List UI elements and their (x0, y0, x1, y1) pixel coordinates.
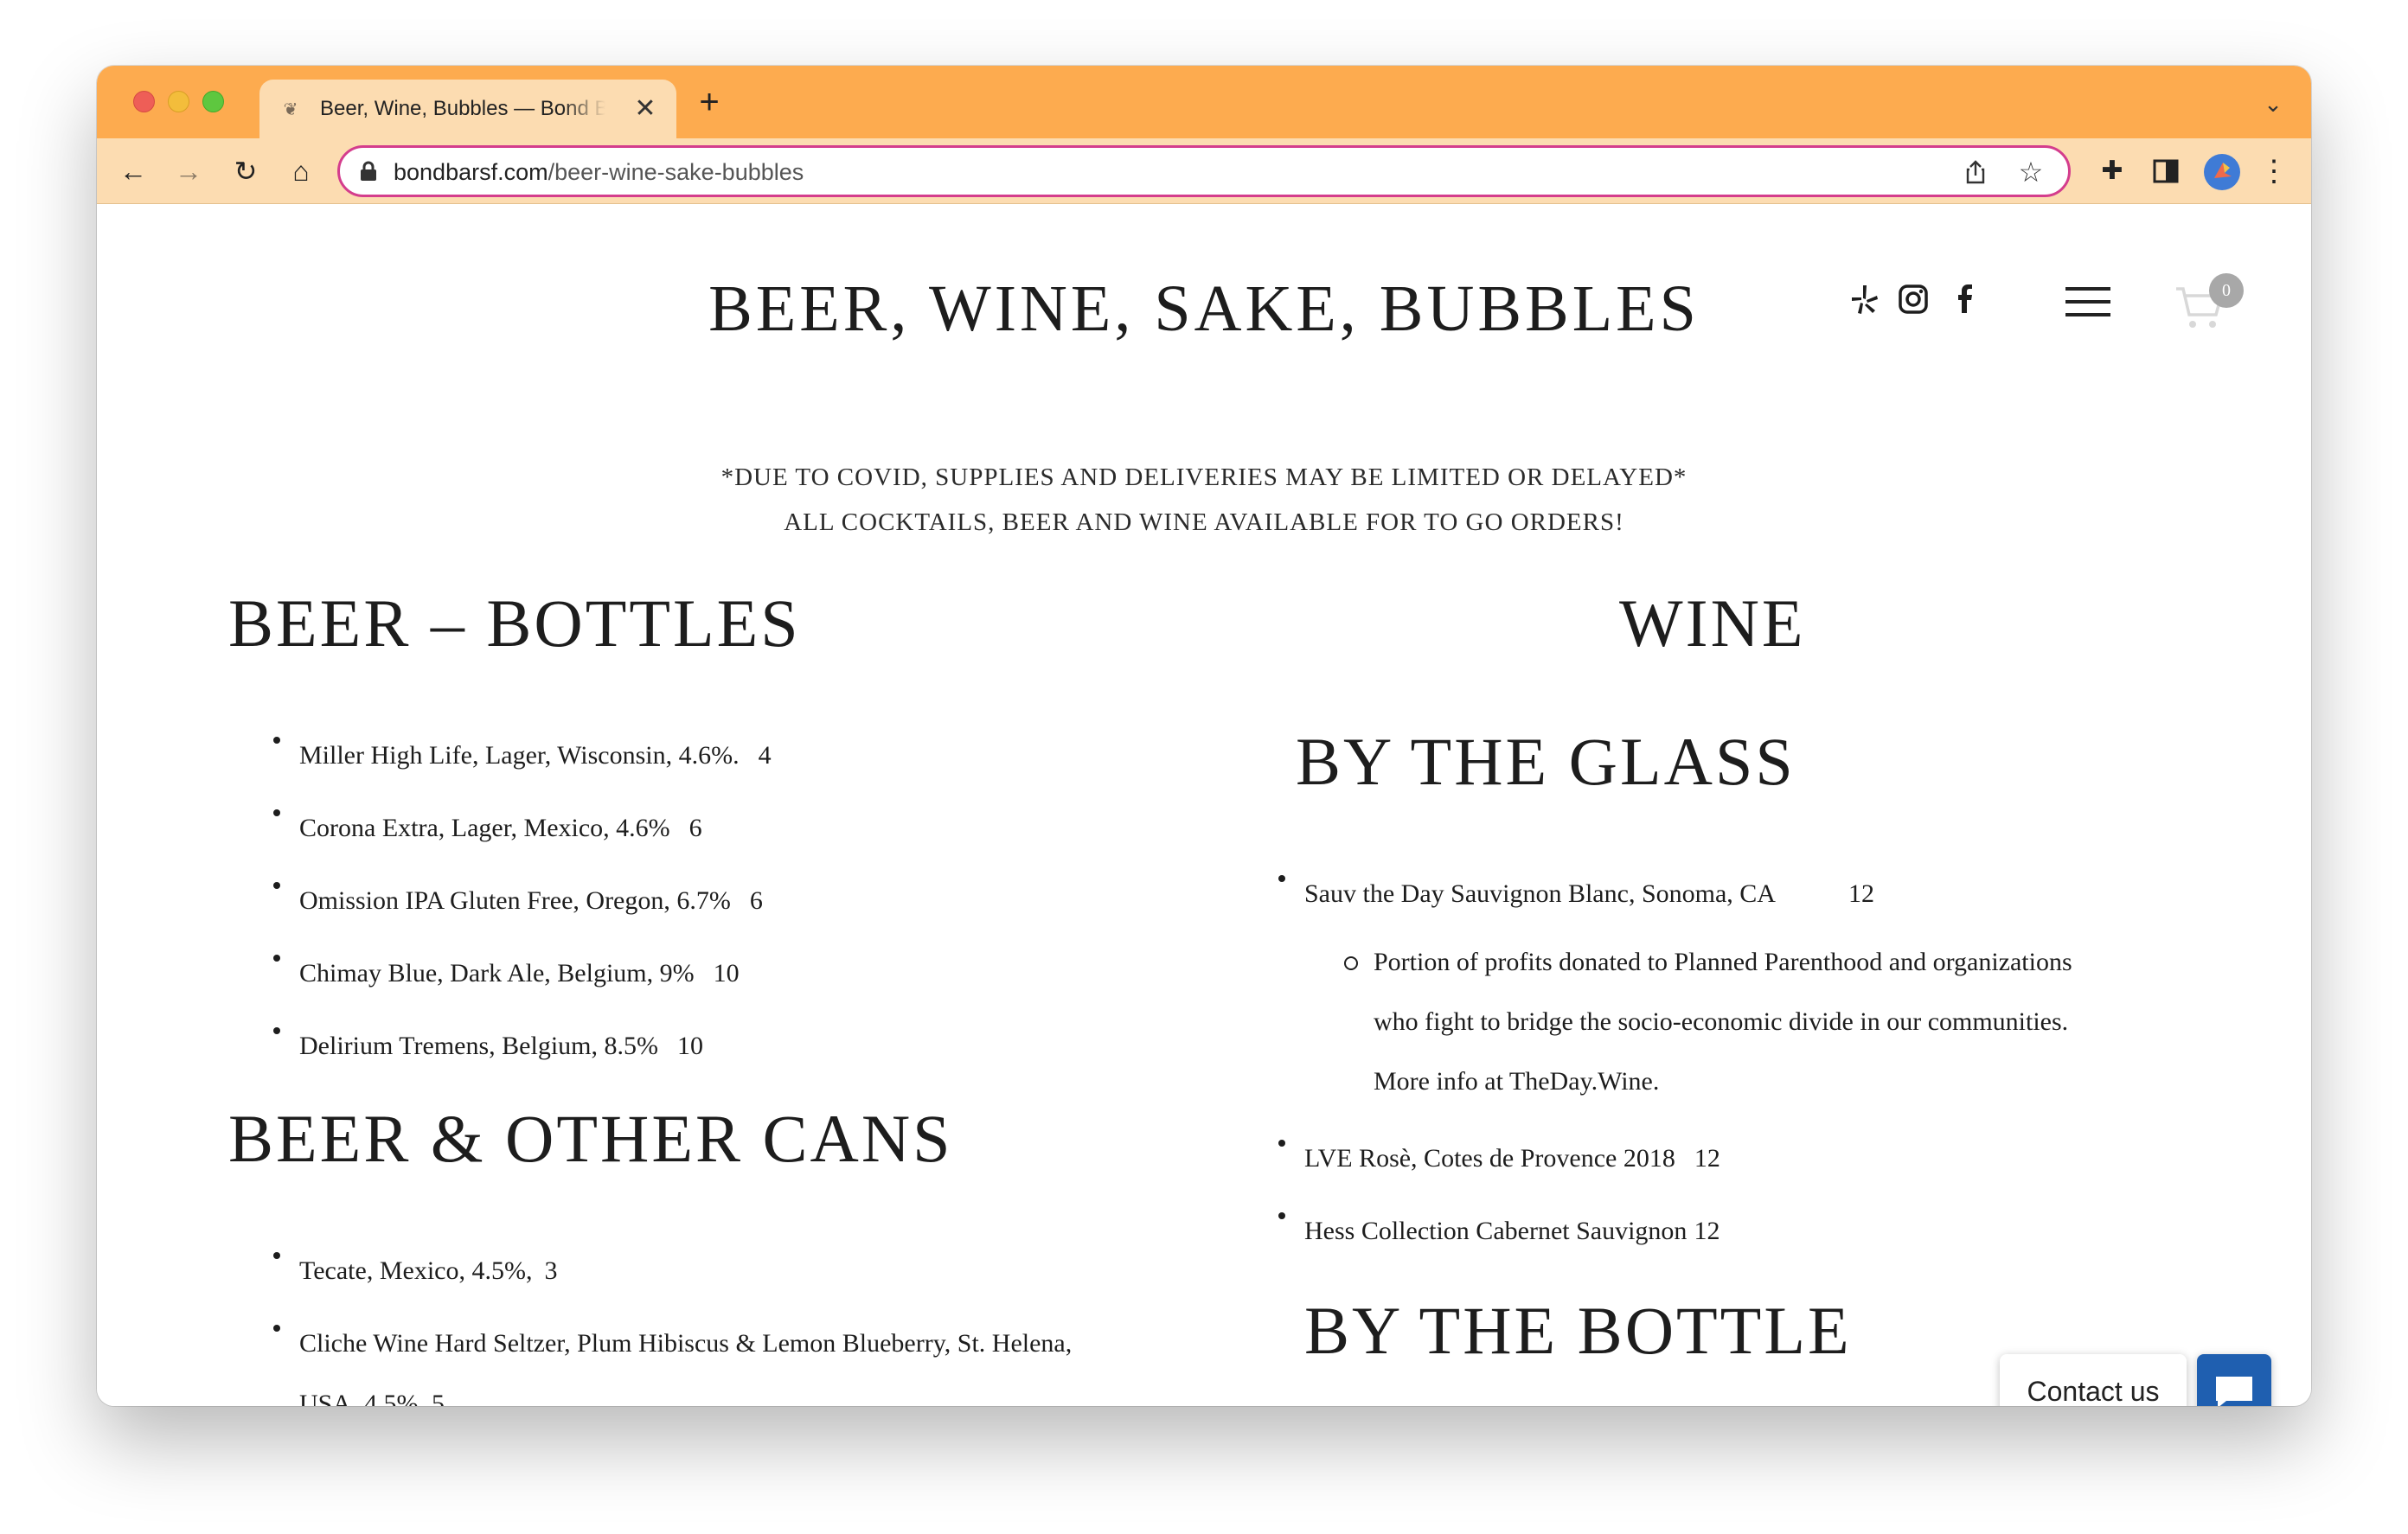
extensions-puzzle-icon[interactable]: ✚ (2097, 156, 2128, 187)
item-name: Cliche Wine Hard Seltzer, Plum Hibiscus … (299, 1329, 1073, 1358)
maximize-window-button[interactable] (202, 91, 224, 112)
list-item: LVE Rosè, Cotes de Provence 2018 12 (1278, 1122, 1720, 1195)
covid-notice: *DUE TO COVID, SUPPLIES AND DELIVERIES M… (720, 463, 1688, 491)
item-name: Omission IPA Gluten Free, Oregon, 6.7% (299, 886, 731, 915)
sub-list-item: Portion of profits donated to Planned Pa… (1344, 932, 2072, 1111)
cart-count-badge[interactable]: 0 (2209, 273, 2244, 308)
forward-button[interactable]: → (170, 152, 208, 190)
item-name: LVE Rosè, Cotes de Provence 2018 (1304, 1144, 1675, 1173)
item-price: 6 (749, 886, 763, 915)
item-price: 12 (1848, 879, 1874, 908)
browser-titlebar: ❦ Beer, Wine, Bubbles — Bond Bar ✕ + ⌄ (97, 66, 2311, 138)
list-item: Omission IPA Gluten Free, Oregon, 6.7% 6 (273, 865, 772, 937)
tab-search-chevron-icon[interactable]: ⌄ (2258, 88, 2289, 119)
wine-heading: WINE (1619, 585, 1806, 661)
web-page: BEER, WINE, SAKE, BUBBLES 0 *DUE TO COVI… (97, 204, 2311, 1406)
wine-by-glass-list-cont: LVE Rosè, Cotes de Provence 2018 12 Hess … (1278, 1122, 1720, 1268)
facebook-icon[interactable] (1948, 282, 1982, 316)
note-line: Portion of profits donated to Planned Pa… (1374, 948, 2072, 976)
minimize-window-button[interactable] (168, 91, 189, 112)
item-name: Miller High Life, Lager, Wisconsin, 4.6%… (299, 741, 740, 770)
note-line: More info at TheDay.Wine. (1374, 1067, 1660, 1096)
beer-cans-list: Tecate, Mexico, 4.5%, 3 Cliche Wine Hard … (272, 1235, 1073, 1406)
list-item: Miller High Life, Lager, Wisconsin, 4.6%… (273, 719, 772, 792)
url-host: bondbarsf.com (394, 159, 548, 185)
hamburger-bar (2065, 287, 2110, 291)
beer-cans-heading: BEER & OTHER CANS (228, 1101, 953, 1176)
beer-bottles-list: Miller High Life, Lager, Wisconsin, 4.6%… (273, 719, 772, 1083)
profile-avatar[interactable] (2204, 154, 2240, 190)
side-panel-icon[interactable] (2152, 157, 2180, 185)
hamburger-bar (2065, 313, 2110, 316)
beer-bottles-heading: BEER – BOTTLES (228, 585, 801, 661)
back-button[interactable]: ← (114, 152, 152, 190)
list-item: Cliche Wine Hard Seltzer, Plum Hibiscus … (272, 1307, 1073, 1406)
home-button[interactable]: ⌂ (282, 152, 320, 190)
tab-title: Beer, Wine, Bubbles — Bond Bar (320, 97, 605, 120)
browser-tab-active[interactable]: ❦ Beer, Wine, Bubbles — Bond Bar ✕ (259, 80, 676, 138)
browser-toolbar: ← → ↻ ⌂ bondbarsf.com/beer-wine-sake-bub… (97, 138, 2311, 204)
to-go-notice: ALL COCKTAILS, BEER AND WINE AVAILABLE F… (784, 508, 1624, 536)
list-item: Delirium Tremens, Belgium, 8.5% 10 (273, 1010, 772, 1083)
hamburger-bar (2065, 300, 2110, 304)
list-item: Hess Collection Cabernet Sauvignon 12 (1278, 1195, 1720, 1268)
sauv-note-list: Portion of profits donated to Planned Pa… (1344, 932, 2072, 1111)
item-name: Tecate, Mexico, 4.5%, (299, 1256, 533, 1285)
item-name: Chimay Blue, Dark Ale, Belgium, 9% (299, 959, 695, 988)
item-price: 5 (432, 1390, 445, 1406)
address-bar[interactable]: bondbarsf.com/beer-wine-sake-bubbles ☆ (337, 145, 2071, 197)
hamburger-menu-icon[interactable] (2065, 287, 2110, 316)
by-the-bottle-heading: BY THE BOTTLE (1304, 1293, 1852, 1368)
contact-us-button[interactable]: Contact us (2000, 1354, 2187, 1406)
reload-button[interactable]: ↻ (227, 152, 265, 190)
item-price: 6 (688, 814, 702, 842)
item-price: 12 (1694, 1217, 1720, 1245)
item-price: 4 (758, 741, 772, 770)
item-name: Sauv the Day Sauvignon Blanc, Sonoma, CA (1304, 879, 1776, 908)
chat-bubble-icon (2216, 1377, 2252, 1406)
note-line: who fight to bridge the socio-economic d… (1374, 1007, 2069, 1036)
share-icon[interactable] (1963, 159, 1989, 185)
url-path: /beer-wine-sake-bubbles (548, 159, 804, 185)
yelp-icon[interactable] (1848, 282, 1882, 316)
url-text[interactable]: bondbarsf.com/beer-wine-sake-bubbles (394, 159, 804, 186)
instagram-icon[interactable] (1896, 282, 1931, 316)
bookmark-star-icon[interactable]: ☆ (2016, 157, 2046, 188)
list-item: Tecate, Mexico, 4.5%, 3 (272, 1235, 1072, 1307)
list-item: Corona Extra, Lager, Mexico, 4.6% 6 (273, 792, 772, 865)
item-name: Corona Extra, Lager, Mexico, 4.6% (299, 814, 670, 842)
close-window-button[interactable] (133, 91, 155, 112)
browser-menu-icon[interactable]: ⋮ (2259, 154, 2289, 189)
item-price: 12 (1694, 1144, 1720, 1173)
new-tab-button[interactable]: + (692, 85, 727, 119)
list-item: Sauv the Day Sauvignon Blanc, Sonoma, CA… (1278, 858, 1874, 930)
chat-button[interactable] (2197, 1354, 2271, 1406)
item-price: 3 (544, 1256, 558, 1285)
lock-icon[interactable] (359, 161, 378, 182)
browser-window: ❦ Beer, Wine, Bubbles — Bond Bar ✕ + ⌄ ←… (97, 66, 2311, 1406)
item-name: Hess Collection Cabernet Sauvignon (1304, 1217, 1688, 1245)
profile-bird-icon (2214, 163, 2232, 178)
site-favicon-icon: ❦ (283, 99, 298, 119)
by-the-glass-heading: BY THE GLASS (1296, 724, 1796, 799)
tab-close-icon[interactable]: ✕ (630, 93, 661, 125)
item-price: 10 (713, 959, 740, 988)
item-price: 10 (677, 1032, 703, 1060)
list-item: Chimay Blue, Dark Ale, Belgium, 9% 10 (273, 937, 772, 1010)
wine-by-glass-list: Sauv the Day Sauvignon Blanc, Sonoma, CA… (1278, 858, 1874, 930)
item-name-continued: USA, 4.5%, (299, 1390, 426, 1406)
item-name: Delirium Tremens, Belgium, 8.5% (299, 1032, 658, 1060)
